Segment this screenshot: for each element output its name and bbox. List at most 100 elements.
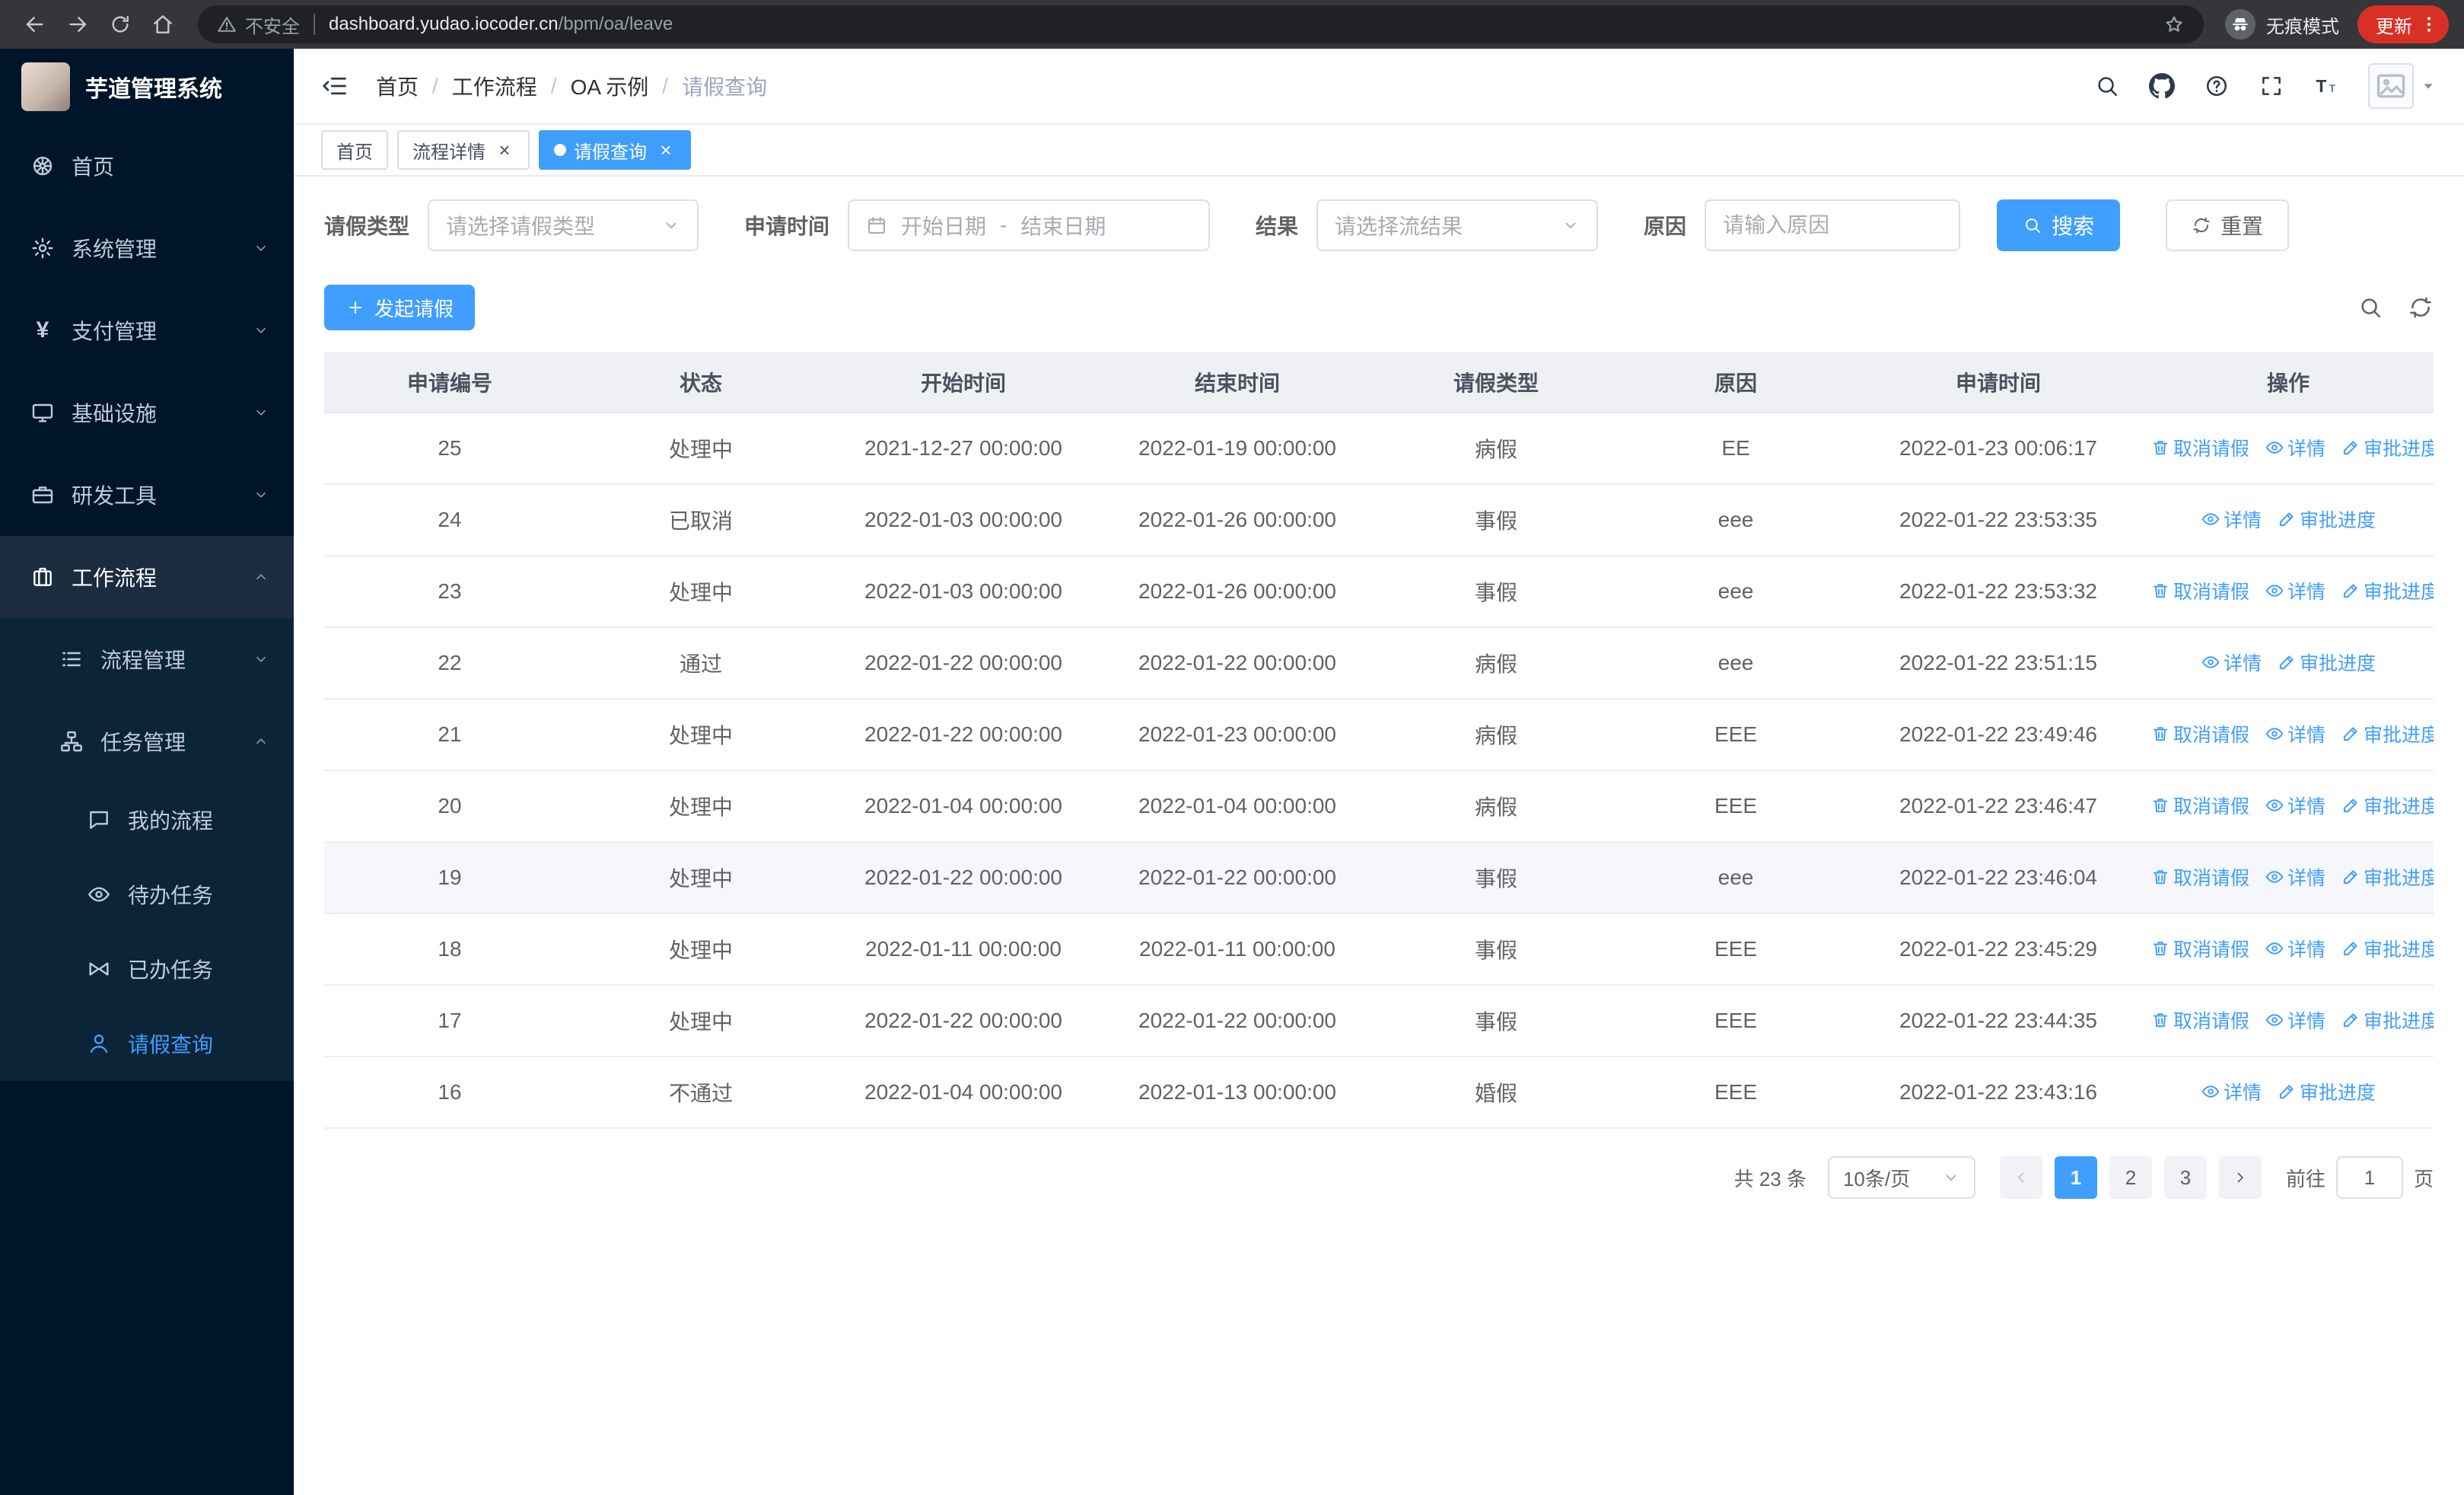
detail-action-link[interactable]: 详情 <box>2265 1006 2326 1034</box>
cancel-action-link[interactable]: 取消请假 <box>2150 720 2249 748</box>
url-text: dashboard.yudao.iocoder.cn/bpm/oa/leave <box>329 14 2150 35</box>
apply-time-range-picker[interactable]: 开始日期 - 结束日期 <box>848 199 1211 251</box>
cell-actions: 取消请假 详情 审批进度 <box>2143 770 2434 843</box>
tab-close-icon[interactable]: × <box>495 140 514 160</box>
refresh-table-icon[interactable] <box>2408 295 2434 320</box>
column-header: 操作 <box>2143 352 2434 413</box>
sidebar-item-done-tasks[interactable]: 已办任务 <box>0 932 294 1006</box>
table-row-19: 19 处理中 2022-01-22 00:00:00 2022-01-22 00:00… <box>324 842 2434 914</box>
page-content: 请假类型 请选择请假类型 申请时间 开始日期 - 结束日期 结果 请选择流结果 … <box>294 177 2464 1199</box>
page-3-button[interactable]: 3 <box>2163 1156 2207 1199</box>
search-button[interactable]: 搜索 <box>1997 199 2121 251</box>
progress-action-link[interactable]: 审批进度 <box>2341 1006 2434 1034</box>
cell-end: 2022-01-26 00:00:00 <box>1100 484 1374 556</box>
cancel-action-link[interactable]: 取消请假 <box>2150 935 2249 962</box>
next-page-button[interactable] <box>2218 1156 2262 1199</box>
detail-action-link[interactable]: 详情 <box>2265 434 2326 461</box>
sidebar-item-process-mgmt[interactable]: 流程管理 <box>0 618 294 700</box>
sidebar-item-system[interactable]: 系统管理 <box>0 207 294 289</box>
detail-action-link[interactable]: 详情 <box>2265 720 2326 748</box>
progress-action-link[interactable]: 审批进度 <box>2277 505 2376 533</box>
table-toolbar: 发起请假 <box>324 285 2434 330</box>
progress-action-link[interactable]: 审批进度 <box>2341 577 2434 604</box>
sidebar-item-my-process[interactable]: 我的流程 <box>0 783 294 857</box>
sidebar-item-workflow[interactable]: 工作流程 <box>0 536 294 618</box>
reset-button[interactable]: 重置 <box>2166 199 2290 251</box>
progress-action-link[interactable]: 审批进度 <box>2341 792 2434 819</box>
sidebar-item-infra[interactable]: 基础设施 <box>0 371 294 454</box>
bookmark-star-icon[interactable] <box>2163 13 2185 36</box>
cell-id: 23 <box>324 556 575 628</box>
detail-action-link[interactable]: 详情 <box>2201 505 2262 533</box>
reason-input[interactable] <box>1705 199 1961 251</box>
progress-action-link[interactable]: 审批进度 <box>2277 1078 2376 1105</box>
search-icon[interactable] <box>2094 73 2120 99</box>
tab-process-detail[interactable]: 流程详情 × <box>397 130 530 170</box>
detail-action-link[interactable]: 详情 <box>2265 792 2326 819</box>
fullscreen-icon[interactable] <box>2259 73 2284 99</box>
cancel-action-link[interactable]: 取消请假 <box>2150 577 2249 604</box>
tab-close-icon[interactable]: × <box>656 140 676 160</box>
breadcrumb-item[interactable]: 工作流程 <box>452 71 537 101</box>
chevron-down-icon <box>662 216 680 234</box>
leave-type-select[interactable]: 请选择请假类型 <box>428 199 699 251</box>
table-row-24: 24 已取消 2022-01-03 00:00:00 2022-01-26 00:00… <box>324 484 2434 556</box>
sidebar-item-payment[interactable]: ¥ 支付管理 <box>0 289 294 371</box>
main-area: 首页 / 工作流程 / OA 示例 / 请假查询 TT 首页 流程详情 × 请假查询 × 请假类型 <box>294 49 2464 1495</box>
sidebar-item-devtools[interactable]: 研发工具 <box>0 454 294 536</box>
sidebar-item-home[interactable]: 首页 <box>0 125 294 207</box>
breadcrumb-item[interactable]: OA 示例 <box>571 71 649 101</box>
help-icon[interactable] <box>2204 73 2230 99</box>
progress-action-link[interactable]: 审批进度 <box>2341 720 2434 748</box>
font-size-icon[interactable]: TT <box>2313 73 2339 99</box>
sidebar-item-todo-tasks[interactable]: 待办任务 <box>0 857 294 932</box>
progress-action-link[interactable]: 审批进度 <box>2341 935 2434 962</box>
cell-start: 2022-01-03 00:00:00 <box>826 484 1100 556</box>
chevron-right-icon <box>2231 1168 2249 1187</box>
browser-home-button[interactable] <box>143 5 183 44</box>
goto-page-input[interactable] <box>2335 1156 2403 1199</box>
progress-action-link[interactable]: 审批进度 <box>2277 649 2376 676</box>
reset-button-label: 重置 <box>2220 215 2264 238</box>
create-leave-button[interactable]: 发起请假 <box>324 285 476 330</box>
result-select[interactable]: 请选择流结果 <box>1316 199 1599 251</box>
tab-home[interactable]: 首页 <box>321 130 388 170</box>
browser-back-button[interactable] <box>15 5 55 44</box>
incognito-icon <box>2225 9 2255 40</box>
edit-icon <box>2341 795 2361 815</box>
browser-update-button[interactable]: 更新 <box>2357 5 2449 43</box>
progress-action-link[interactable]: 审批进度 <box>2341 434 2434 461</box>
app-logo-row[interactable]: 芋道管理系统 <box>0 49 294 125</box>
edit-icon <box>2277 509 2297 529</box>
detail-action-link[interactable]: 详情 <box>2201 649 2262 676</box>
cancel-action-link[interactable]: 取消请假 <box>2150 434 2249 461</box>
browser-menu-dots-icon[interactable] <box>2418 14 2440 35</box>
tab-leave-query[interactable]: 请假查询 × <box>539 130 691 170</box>
github-icon[interactable] <box>2149 73 2175 99</box>
trash-icon <box>2150 795 2170 815</box>
cancel-action-link[interactable]: 取消请假 <box>2150 1006 2249 1034</box>
prev-page-button[interactable] <box>1999 1156 2042 1199</box>
page-size-select[interactable]: 10条/页 <box>1827 1156 1975 1199</box>
toggle-search-icon[interactable] <box>2357 295 2383 320</box>
detail-action-link[interactable]: 详情 <box>2201 1078 2262 1105</box>
page-1-button[interactable]: 1 <box>2054 1156 2097 1199</box>
detail-action-link[interactable]: 详情 <box>2265 863 2326 891</box>
browser-forward-button[interactable] <box>58 5 97 44</box>
sidebar-item-leave-query[interactable]: 请假查询 <box>0 1006 294 1081</box>
sidebar-fold-button[interactable] <box>321 72 349 100</box>
progress-action-link[interactable]: 审批进度 <box>2341 863 2434 891</box>
browser-reload-button[interactable] <box>100 5 140 44</box>
detail-action-link[interactable]: 详情 <box>2265 935 2326 962</box>
detail-action-link[interactable]: 详情 <box>2265 577 2326 604</box>
url-bar[interactable]: 不安全 dashboard.yudao.iocoder.cn/bpm/oa/le… <box>198 5 2204 43</box>
cancel-action-link[interactable]: 取消请假 <box>2150 792 2249 819</box>
sidebar-item-task-mgmt[interactable]: 任务管理 <box>0 700 294 783</box>
page-2-button[interactable]: 2 <box>2109 1156 2152 1199</box>
leave-table: 申请编号 状态 开始时间 结束时间 请假类型 原因 申请时间 操作 25 处理中 2021-12-… <box>324 352 2434 1129</box>
cancel-action-link[interactable]: 取消请假 <box>2150 863 2249 891</box>
user-avatar-menu[interactable] <box>2368 63 2437 109</box>
eye-icon <box>2201 652 2220 672</box>
breadcrumb-item[interactable]: 首页 <box>376 71 419 101</box>
cell-applied: 2022-01-22 23:44:35 <box>1854 985 2143 1057</box>
